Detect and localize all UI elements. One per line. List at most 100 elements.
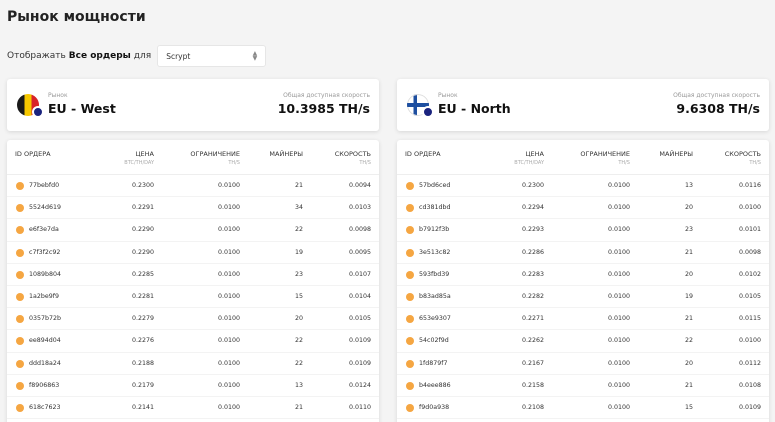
- order-speed: 0.0102: [738, 270, 761, 278]
- order-status-dot-icon: [16, 337, 24, 346]
- order-limit: 0.0100: [217, 248, 240, 256]
- order-speed: 0.0100: [738, 337, 761, 345]
- algorithm-value: Scrypt: [166, 51, 191, 61]
- order-limit: 0.0100: [607, 182, 630, 189]
- col-miners-header[interactable]: МАЙНЕРЫ: [269, 150, 303, 158]
- order-price: 0.2262: [521, 337, 544, 345]
- order-miners: 13: [294, 381, 303, 389]
- table-row[interactable]: c7f3f2c92 0.2290 0.0100 19 0.0095: [7, 242, 379, 264]
- order-id[interactable]: e6f3e7da: [29, 226, 59, 233]
- table-row[interactable]: 653e9307 0.2271 0.0100 21 0.0115: [397, 308, 769, 331]
- order-id[interactable]: f9d0a938: [419, 404, 449, 411]
- order-price: 0.2286: [521, 248, 544, 256]
- order-status-dot-icon: [406, 337, 414, 346]
- order-price: 0.2141: [131, 403, 154, 411]
- table-row[interactable]: b7912f3b 0.2293 0.0100 23 0.0101: [397, 219, 769, 242]
- order-id[interactable]: cd381dbd: [419, 204, 450, 211]
- order-id[interactable]: c7f3f2c92: [29, 249, 60, 256]
- col-price-unit: BTC/TH/DAY: [124, 160, 154, 166]
- order-id[interactable]: 618c7623: [29, 404, 61, 411]
- order-id[interactable]: 1fd879f7: [419, 360, 447, 367]
- order-id[interactable]: 57bd6ced: [419, 182, 450, 189]
- order-id[interactable]: ddd18a24: [29, 360, 61, 367]
- col-price-header[interactable]: ЦЕНА: [136, 150, 155, 158]
- order-id[interactable]: ee894d04: [29, 337, 61, 344]
- order-id[interactable]: b7912f3b: [419, 226, 449, 233]
- order-id[interactable]: 653e9307: [419, 315, 451, 322]
- order-speed: 0.0095: [348, 248, 371, 256]
- order-id[interactable]: 54c02f9d: [419, 337, 449, 344]
- order-id[interactable]: 3e513c82: [419, 249, 450, 256]
- table-row[interactable]: 1089b804 0.2285 0.0100 23 0.0107: [7, 264, 379, 286]
- order-speed: 0.0112: [738, 359, 761, 367]
- table-row[interactable]: 1fd879f7 0.2167 0.0100 20 0.0112: [397, 353, 769, 375]
- table-row[interactable]: cd381dbd 0.2294 0.0100 20 0.0100: [397, 197, 769, 220]
- order-limit: 0.0100: [607, 359, 630, 367]
- algorithm-select[interactable]: Scrypt ▲ ▼: [157, 45, 267, 67]
- table-row[interactable]: 0357b72b 0.2279 0.0100 20 0.0105: [7, 308, 379, 331]
- order-miners: 21: [684, 381, 693, 389]
- speed-label: Общая доступная скорость: [673, 92, 760, 99]
- filter-suffix: для: [133, 51, 152, 61]
- order-price: 0.2294: [521, 204, 544, 212]
- order-limit: 0.0100: [217, 315, 240, 323]
- col-speed-unit: TH/S: [359, 160, 371, 166]
- order-status-dot-icon: [406, 204, 414, 213]
- order-miners: 19: [684, 292, 693, 300]
- order-miners: 20: [684, 270, 693, 278]
- market-card-1: Рынок EU - North Общая доступная скорость 9…: [397, 79, 769, 131]
- col-speed-header[interactable]: СКОРОСТЬ: [335, 150, 371, 158]
- order-miners: 21: [684, 315, 693, 323]
- filter-row: Отображать Все ордеры для Scrypt ▲ ▼: [7, 45, 267, 67]
- col-price-header[interactable]: ЦЕНА: [526, 150, 545, 158]
- order-miners: 34: [294, 204, 303, 212]
- col-speed-header[interactable]: СКОРОСТЬ: [725, 150, 761, 158]
- order-miners: 21: [684, 248, 693, 256]
- order-miners: 21: [294, 403, 303, 411]
- order-speed: 0.0105: [348, 315, 371, 323]
- table-row[interactable]: 1a2be9f9 0.2281 0.0100 15 0.0104: [7, 286, 379, 309]
- order-price: 0.2158: [521, 381, 544, 389]
- table-row[interactable]: 593fbd39 0.2283 0.0100 20 0.0102: [397, 264, 769, 286]
- table-row[interactable]: 54c02f9d 0.2262 0.0100 22 0.0100: [397, 330, 769, 353]
- order-speed: 0.0109: [348, 359, 371, 367]
- order-id[interactable]: 77bebfd0: [29, 182, 59, 189]
- order-limit: 0.0100: [217, 292, 240, 300]
- order-id[interactable]: f8906863: [29, 382, 59, 389]
- order-speed: 0.0103: [348, 204, 371, 212]
- order-id[interactable]: 0357b72b: [29, 315, 61, 322]
- order-speed: 0.0109: [738, 403, 761, 411]
- table-row[interactable]: e6f3e7da 0.2290 0.0100 22 0.0098: [7, 219, 379, 242]
- order-price: 0.2108: [521, 403, 544, 411]
- order-id[interactable]: 5524d619: [29, 204, 61, 211]
- order-miners: 15: [294, 292, 303, 300]
- order-price: 0.2188: [131, 359, 154, 367]
- table-row[interactable]: f8906863 0.2179 0.0100 13 0.0124: [7, 375, 379, 397]
- table-row[interactable]: 77bebfd0 0.2300 0.0100 21 0.0094: [7, 175, 379, 198]
- col-order-id-header[interactable]: ID ОРДЕРА: [15, 150, 51, 158]
- order-id[interactable]: 593fbd39: [419, 271, 449, 278]
- filter-prefix: Отображать: [7, 51, 66, 61]
- table-row[interactable]: 57bd6ced 0.2300 0.0100 13 0.0116: [397, 175, 769, 198]
- table-row[interactable]: f9d0a938 0.2108 0.0100 15 0.0109: [397, 397, 769, 420]
- col-miners-header[interactable]: МАЙНЕРЫ: [659, 150, 693, 158]
- order-price: 0.2290: [131, 226, 154, 234]
- order-id[interactable]: 1089b804: [29, 271, 61, 278]
- order-status-dot-icon: [16, 292, 24, 301]
- table-row[interactable]: b4eee886 0.2158 0.0100 21 0.0108: [397, 375, 769, 397]
- order-id[interactable]: b4eee886: [419, 382, 451, 389]
- col-limit-header[interactable]: ОГРАНИЧЕНИЕ: [580, 150, 630, 158]
- order-status-dot-icon: [16, 226, 24, 235]
- table-row[interactable]: 618c7623 0.2141 0.0100 21 0.0110: [7, 397, 379, 420]
- order-id[interactable]: b83ad85a: [419, 293, 451, 300]
- table-row[interactable]: 5524d619 0.2291 0.0100 34 0.0103: [7, 197, 379, 220]
- col-order-id-header[interactable]: ID ОРДЕРА: [405, 150, 441, 158]
- table-row[interactable]: 3e513c82 0.2286 0.0100 21 0.0098: [397, 242, 769, 264]
- table-row[interactable]: b83ad85a 0.2282 0.0100 19 0.0105: [397, 286, 769, 309]
- table-row[interactable]: ee894d04 0.2276 0.0100 22 0.0109: [7, 330, 379, 353]
- order-id[interactable]: 1a2be9f9: [29, 293, 59, 300]
- col-speed-unit: TH/S: [749, 160, 761, 166]
- order-limit: 0.0100: [607, 270, 630, 278]
- col-limit-header[interactable]: ОГРАНИЧЕНИЕ: [190, 150, 240, 158]
- table-row[interactable]: ddd18a24 0.2188 0.0100 22 0.0109: [7, 353, 379, 375]
